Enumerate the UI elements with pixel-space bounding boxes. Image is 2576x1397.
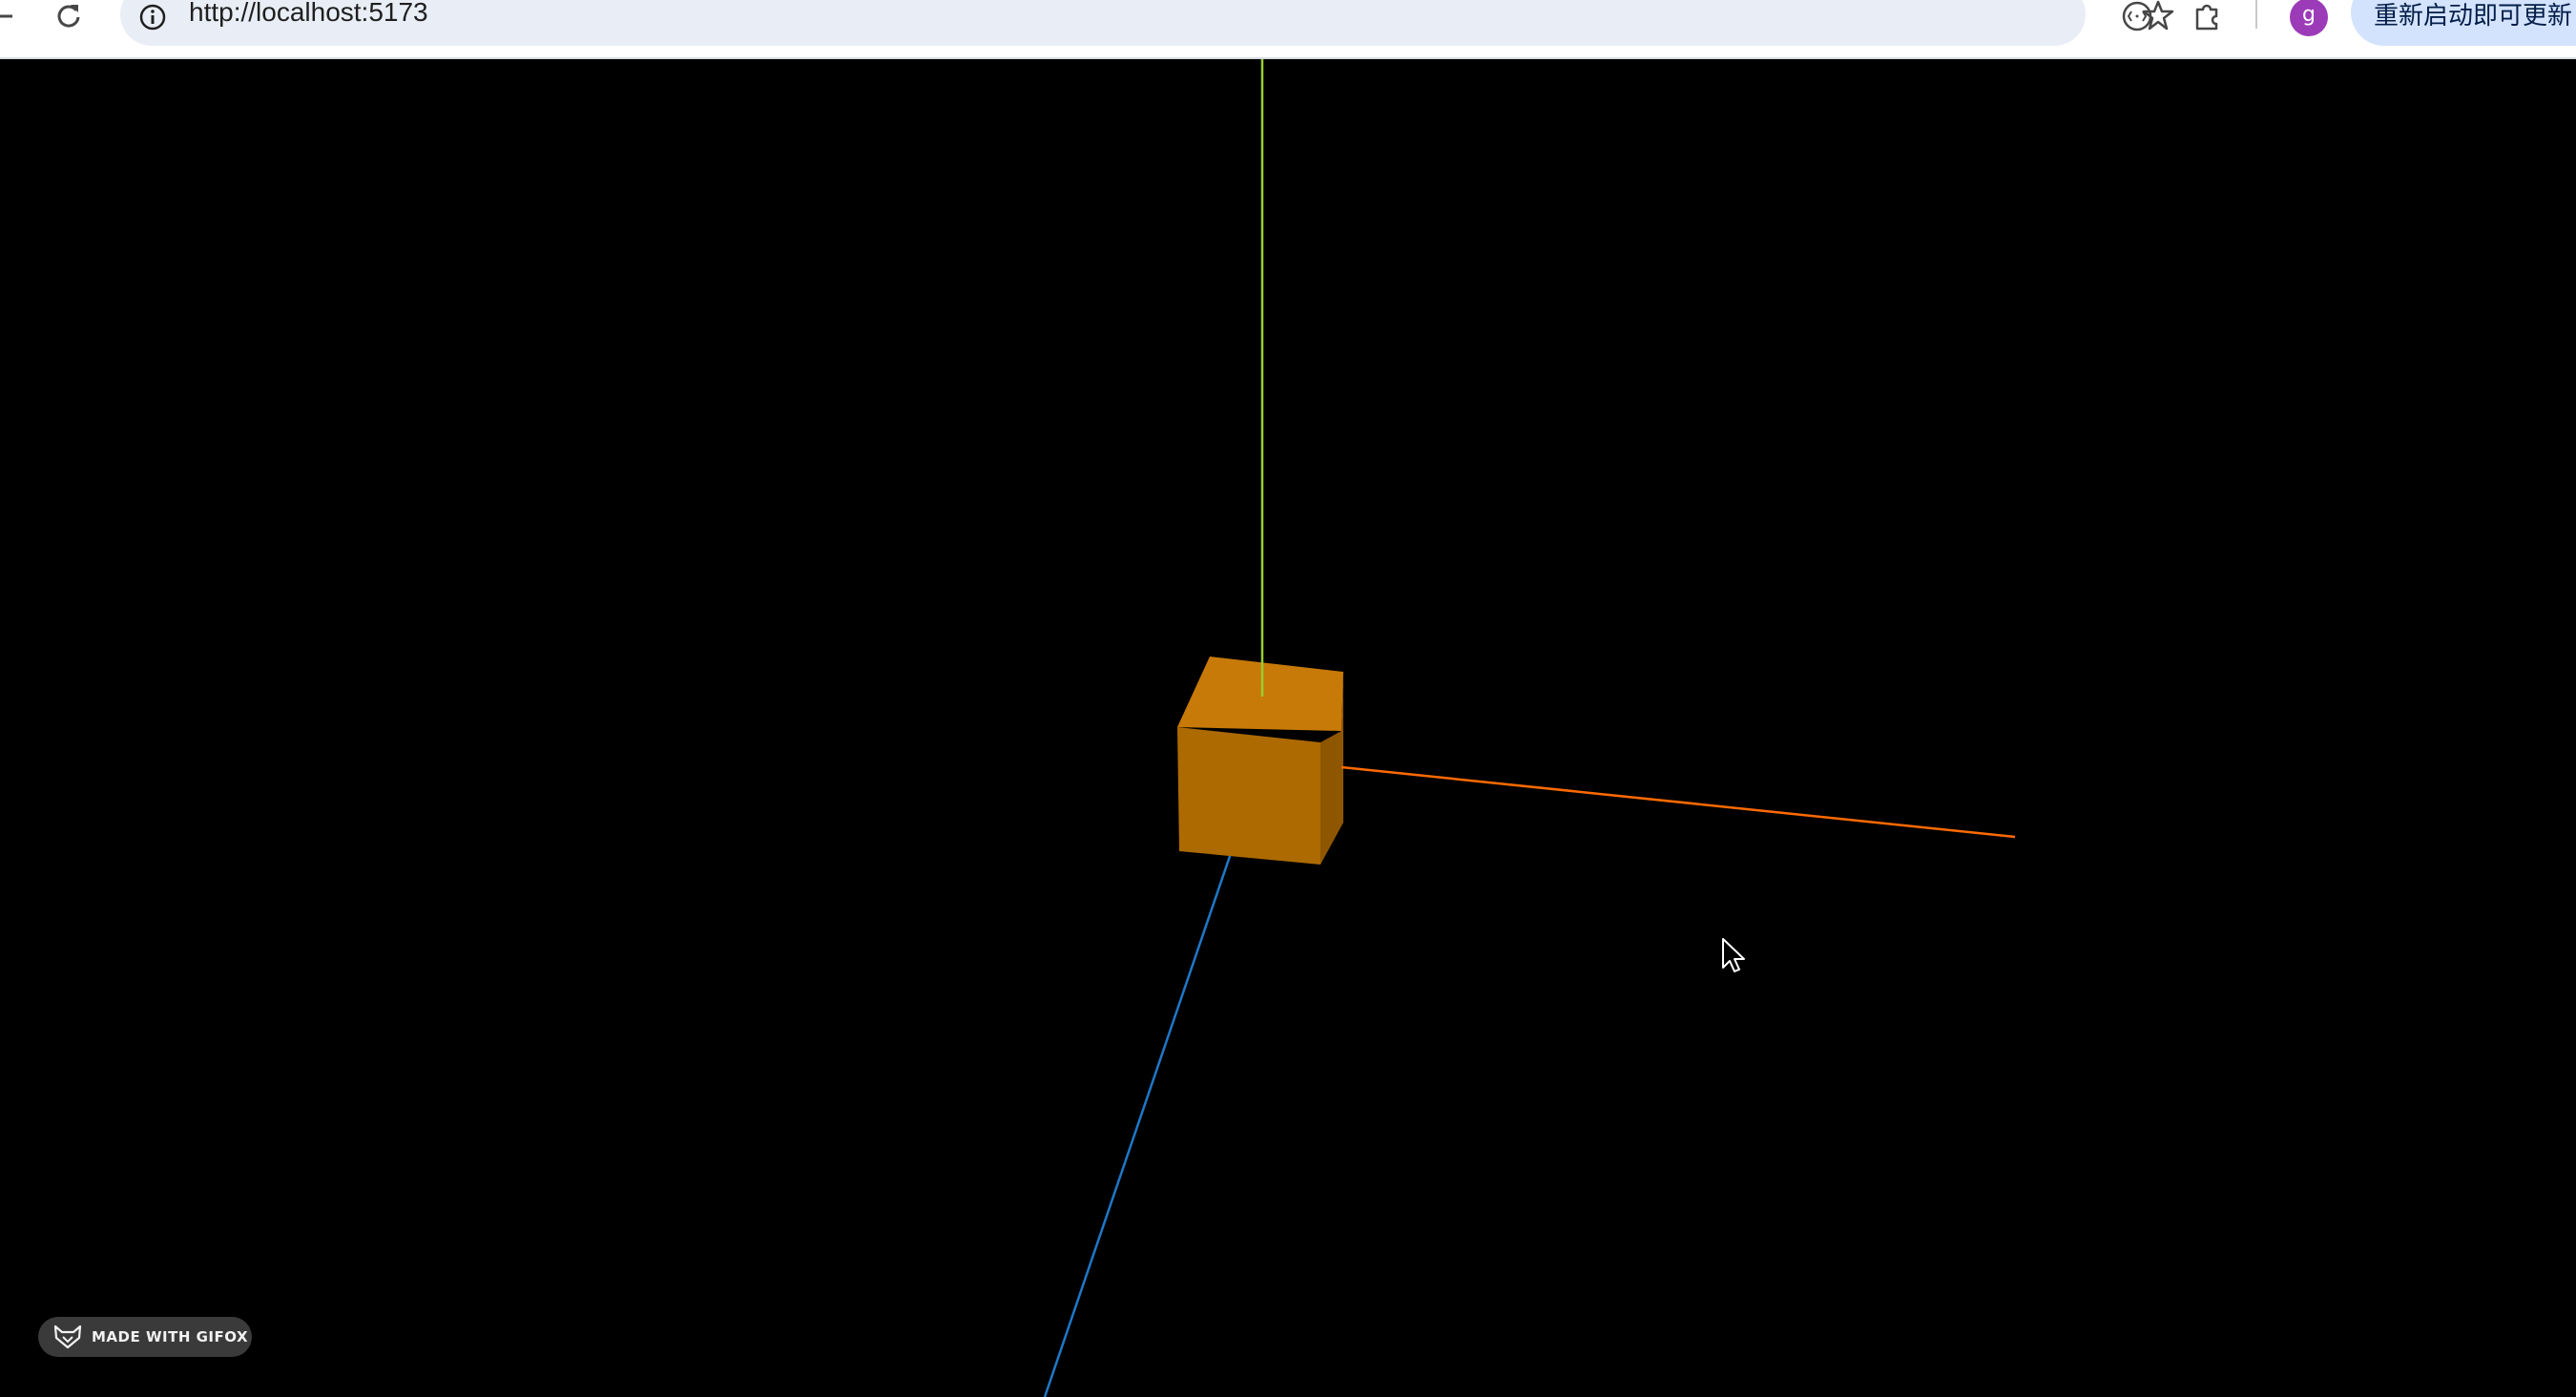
reload-icon[interactable] bbox=[52, 0, 86, 32]
browser-toolbar: http://localhost:5173 g 重新启动即可更新 bbox=[0, 0, 2576, 59]
fox-icon bbox=[53, 1324, 82, 1349]
info-icon[interactable] bbox=[134, 0, 172, 36]
back-arrow-icon[interactable] bbox=[0, 0, 17, 32]
threejs-canvas[interactable]: MADE WITH GIFOX bbox=[0, 59, 2576, 1397]
update-button[interactable]: 重新启动即可更新 bbox=[2351, 0, 2576, 46]
cube-front-face bbox=[1177, 727, 1320, 865]
x-axis-line bbox=[1340, 765, 2016, 839]
cube-mesh bbox=[1177, 657, 1343, 865]
media-icon[interactable] bbox=[2118, 0, 2156, 32]
puzzle-icon[interactable] bbox=[2189, 0, 2227, 32]
toolbar-divider bbox=[2255, 0, 2257, 29]
watermark-label: MADE WITH GIFOX bbox=[92, 1328, 249, 1345]
profile-initial: g bbox=[2302, 3, 2316, 27]
url-text[interactable]: http://localhost:5173 bbox=[189, 0, 428, 29]
gifox-watermark: MADE WITH GIFOX bbox=[38, 1317, 252, 1357]
address-bar[interactable]: http://localhost:5173 bbox=[120, 0, 2174, 46]
scene-render bbox=[1043, 59, 2016, 1397]
mouse-cursor-icon bbox=[1722, 938, 1745, 972]
profile-avatar[interactable]: g bbox=[2290, 0, 2328, 36]
update-button-label: 重新启动即可更新 bbox=[2374, 2, 2573, 31]
cube-top-face bbox=[1177, 657, 1343, 731]
z-axis-line bbox=[1043, 797, 1252, 1397]
